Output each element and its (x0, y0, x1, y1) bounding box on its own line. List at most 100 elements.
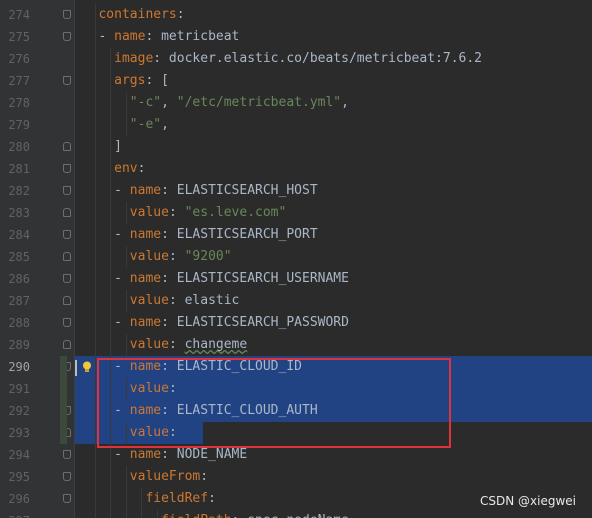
code-line[interactable]: 279 "-e", (0, 114, 592, 136)
fold-icon[interactable] (63, 318, 71, 327)
yaml-text: - (114, 447, 130, 462)
line-number[interactable]: 294 (0, 444, 30, 466)
code-text[interactable]: value: changeme (75, 334, 592, 356)
yaml-text: - (114, 315, 130, 330)
fold-icon[interactable] (63, 32, 71, 41)
code-line[interactable]: 289 value: changeme (0, 334, 592, 356)
yaml-text: , (161, 95, 177, 110)
fold-icon[interactable] (63, 76, 71, 85)
yaml-key: image (114, 51, 154, 66)
annotation-box (97, 358, 451, 448)
fold-icon[interactable] (63, 164, 71, 173)
fold-icon[interactable] (63, 472, 71, 481)
code-line[interactable]: 275 - name: metricbeat (0, 26, 592, 48)
line-number[interactable]: 278 (0, 92, 30, 114)
code-text[interactable]: fieldPath: spec.nodeName (75, 510, 592, 518)
fold-icon[interactable] (63, 450, 71, 459)
line-number[interactable]: 279 (0, 114, 30, 136)
yaml-text: : ELASTICSEARCH_PASSWORD (161, 315, 349, 330)
line-number[interactable]: 283 (0, 202, 30, 224)
line-number[interactable]: 287 (0, 290, 30, 312)
code-line[interactable]: 276 image: docker.elastic.co/beats/metri… (0, 48, 592, 70)
line-number[interactable]: 274 (0, 4, 30, 26)
code-line[interactable]: 287 value: elastic (0, 290, 592, 312)
code-text[interactable]: valueFrom: (75, 466, 592, 488)
code-line[interactable]: 285 value: "9200" (0, 246, 592, 268)
yaml-key: value (129, 205, 169, 220)
fold-end-icon[interactable] (63, 208, 71, 217)
yaml-key: fieldPath (161, 513, 231, 518)
code-line[interactable]: 288 - name: ELASTICSEARCH_PASSWORD (0, 312, 592, 334)
yaml-text: : (137, 161, 146, 176)
code-line[interactable]: 297 fieldPath: spec.nodeName (0, 510, 592, 518)
code-text[interactable]: value: elastic (75, 290, 592, 312)
line-number[interactable]: 280 (0, 136, 30, 158)
line-number[interactable]: 276 (0, 48, 30, 70)
code-text[interactable]: value: "9200" (75, 246, 592, 268)
line-number[interactable]: 292 (0, 400, 30, 422)
code-line[interactable]: 283 value: "es.leve.com" (0, 202, 592, 224)
code-text[interactable]: value: "es.leve.com" (75, 202, 592, 224)
line-number[interactable]: 296 (0, 488, 30, 510)
fold-icon[interactable] (63, 230, 71, 239)
code-text[interactable]: "-c", "/etc/metricbeat.yml", (75, 92, 592, 114)
code-line[interactable]: 277 args: [ (0, 70, 592, 92)
yaml-text: : NODE_NAME (161, 447, 248, 462)
line-number[interactable]: 297 (0, 510, 30, 518)
fold-end-icon[interactable] (63, 340, 71, 349)
yaml-key: name (129, 447, 162, 462)
fold-end-icon[interactable] (63, 252, 71, 261)
code-line[interactable]: 278 "-c", "/etc/metricbeat.yml", (0, 92, 592, 114)
code-text[interactable]: containers: (75, 4, 592, 26)
yaml-key: name (129, 271, 162, 286)
line-number[interactable]: 290 (0, 356, 30, 378)
line-number[interactable]: 293 (0, 422, 30, 444)
fold-icon[interactable] (63, 494, 71, 503)
line-number[interactable]: 289 (0, 334, 30, 356)
line-number[interactable]: 291 (0, 378, 30, 400)
line-number[interactable]: 285 (0, 246, 30, 268)
line-number[interactable]: 284 (0, 224, 30, 246)
line-number[interactable]: 295 (0, 466, 30, 488)
line-number[interactable]: 288 (0, 312, 30, 334)
code-text[interactable]: - name: ELASTICSEARCH_PORT (75, 224, 592, 246)
line-number[interactable]: 281 (0, 158, 30, 180)
code-line[interactable]: 282 - name: ELASTICSEARCH_HOST (0, 180, 592, 202)
yaml-text: : ELASTICSEARCH_HOST (161, 183, 318, 198)
yaml-string: "/etc/metricbeat.yml" (176, 95, 342, 110)
fold-icon[interactable] (63, 186, 71, 195)
code-text[interactable]: env: (75, 158, 592, 180)
code-editor[interactable]: 274 containers: 275 - name: metricbeat 276… (0, 0, 592, 518)
code-text[interactable]: - name: ELASTICSEARCH_HOST (75, 180, 592, 202)
yaml-text: , (341, 95, 349, 110)
code-line[interactable]: 295 valueFrom: (0, 466, 592, 488)
change-marker[interactable] (60, 356, 67, 444)
fold-icon[interactable] (63, 10, 71, 19)
code-text[interactable]: - name: ELASTICSEARCH_USERNAME (75, 268, 592, 290)
line-number[interactable]: 275 (0, 26, 30, 48)
line-number[interactable]: 282 (0, 180, 30, 202)
yaml-text: : [ (145, 73, 169, 88)
code-text[interactable]: image: docker.elastic.co/beats/metricbea… (75, 48, 592, 70)
code-line[interactable]: 280 ] (0, 136, 592, 158)
code-text[interactable]: - name: ELASTICSEARCH_PASSWORD (75, 312, 592, 334)
lightbulb-icon[interactable] (82, 361, 92, 373)
code-line[interactable]: 281 env: (0, 158, 592, 180)
yaml-key: fieldRef (145, 491, 209, 506)
code-line[interactable]: 286 - name: ELASTICSEARCH_USERNAME (0, 268, 592, 290)
code-text[interactable]: "-e", (75, 114, 592, 136)
yaml-key: name (129, 183, 162, 198)
code-line[interactable]: 284 - name: ELASTICSEARCH_PORT (0, 224, 592, 246)
code-text[interactable]: ] (75, 136, 592, 158)
code-text[interactable]: - name: metricbeat (75, 26, 592, 48)
fold-end-icon[interactable] (63, 296, 71, 305)
yaml-text: : spec.nodeName (232, 513, 349, 518)
code-line[interactable]: 274 containers: (0, 4, 592, 26)
yaml-text: ] (114, 139, 122, 154)
line-number[interactable]: 277 (0, 70, 30, 92)
code-text[interactable]: args: [ (75, 70, 592, 92)
fold-icon[interactable] (63, 274, 71, 283)
fold-end-icon[interactable] (63, 142, 71, 151)
line-number[interactable]: 286 (0, 268, 30, 290)
yaml-text: - (114, 227, 130, 242)
